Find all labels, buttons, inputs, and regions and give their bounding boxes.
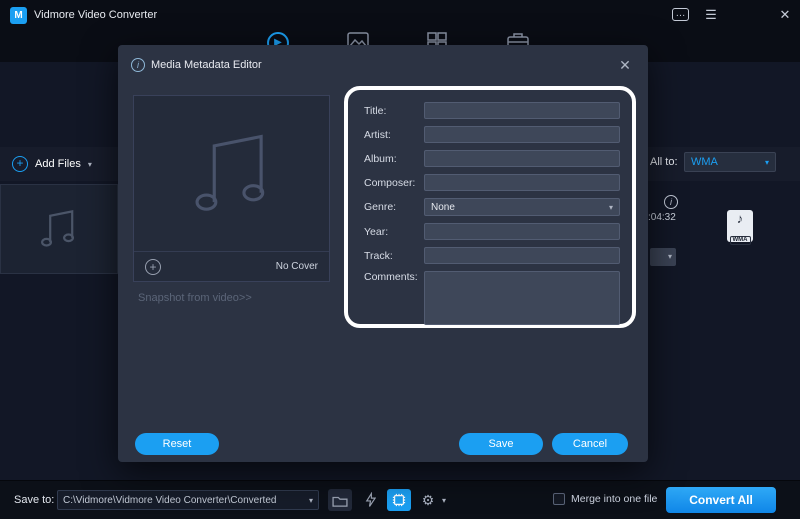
comments-field[interactable] xyxy=(424,271,620,325)
artist-label: Artist: xyxy=(364,129,424,141)
settings-button[interactable]: ⚙ xyxy=(416,489,440,511)
clip-format-dropdown[interactable]: ▾ xyxy=(650,248,676,266)
track-field[interactable] xyxy=(424,247,620,264)
add-cover-button[interactable]: + xyxy=(145,259,161,275)
artist-field[interactable] xyxy=(424,126,620,143)
format-thumbnail: ♪ WMA xyxy=(727,210,753,242)
composer-field[interactable] xyxy=(424,174,620,191)
output-format-value: WMA xyxy=(691,156,718,168)
reset-button[interactable]: Reset xyxy=(135,433,219,455)
form-row-artist: Artist: xyxy=(364,126,620,143)
merge-option: Merge into one file xyxy=(553,493,657,505)
genre-select[interactable]: None ▾ xyxy=(424,198,620,216)
cover-art-panel: + No Cover xyxy=(133,95,330,282)
feedback-icon[interactable]: … xyxy=(672,8,689,21)
save-to-label: Save to: xyxy=(14,494,54,506)
year-field[interactable] xyxy=(424,223,620,240)
convert-all-button[interactable]: Convert All xyxy=(666,487,776,513)
dialog-title: Media Metadata Editor xyxy=(151,59,262,71)
composer-label: Composer: xyxy=(364,177,424,189)
plus-icon: + xyxy=(12,156,28,172)
form-row-track: Track: xyxy=(364,247,620,264)
save-path-select[interactable]: ▾ xyxy=(57,490,319,510)
form-row-year: Year: xyxy=(364,223,620,240)
chevron-down-icon[interactable]: ▾ xyxy=(442,496,446,505)
title-field[interactable] xyxy=(424,102,620,119)
lightning-icon xyxy=(364,492,376,508)
music-note-icon xyxy=(37,205,81,253)
metadata-form: Title: Artist: Album: Composer: Genre: N… xyxy=(344,86,636,328)
app-title: Vidmore Video Converter xyxy=(34,9,157,21)
music-note-icon: ♪ xyxy=(727,210,753,228)
output-format-select[interactable]: WMA ▾ xyxy=(684,152,776,172)
form-row-title: Title: xyxy=(364,102,620,119)
form-row-composer: Composer: xyxy=(364,174,620,191)
dialog-header: i Media Metadata Editor ✕ xyxy=(118,45,648,83)
form-row-comments: Comments: xyxy=(364,271,620,325)
add-files-button[interactable]: + Add Files ▾ xyxy=(12,153,92,175)
chevron-down-icon: ▾ xyxy=(309,496,318,505)
gpu-chip-icon xyxy=(392,493,406,507)
clip-duration: :04:32 xyxy=(648,212,676,223)
info-icon: i xyxy=(131,58,145,72)
high-speed-toggle-button[interactable] xyxy=(358,489,382,511)
album-field[interactable] xyxy=(424,150,620,167)
format-badge: WMA xyxy=(730,236,751,245)
app-logo-icon: M xyxy=(10,7,27,24)
media-metadata-editor-dialog: i Media Metadata Editor ✕ + No Cover Sna… xyxy=(118,45,648,462)
save-button[interactable]: Save xyxy=(459,433,543,455)
close-button[interactable]: ✕ xyxy=(776,6,794,24)
genre-value: None xyxy=(431,202,455,213)
maximize-button[interactable] xyxy=(752,6,770,24)
cover-bottom-bar: + No Cover xyxy=(134,251,329,281)
no-cover-label: No Cover xyxy=(276,261,318,272)
app-window: M Vidmore Video Converter … ☰ ✕ ▶ xyxy=(0,0,800,519)
save-path-input[interactable] xyxy=(58,495,309,506)
file-list-item[interactable] xyxy=(0,184,118,274)
minimize-button[interactable] xyxy=(727,6,745,24)
cancel-button[interactable]: Cancel xyxy=(552,433,628,455)
snapshot-from-video-link[interactable]: Snapshot from video>> xyxy=(138,292,252,304)
album-label: Album: xyxy=(364,153,424,165)
info-icon[interactable]: i xyxy=(664,195,678,209)
footer-bar: Save to: ▾ ⚙ ▾ Merge into one file xyxy=(0,480,800,519)
form-row-album: Album: xyxy=(364,150,620,167)
merge-label[interactable]: Merge into one file xyxy=(571,493,657,505)
add-files-label: Add Files xyxy=(35,158,81,170)
gpu-acceleration-button[interactable] xyxy=(387,489,411,511)
open-folder-button[interactable] xyxy=(328,489,352,511)
year-label: Year: xyxy=(364,226,424,238)
chevron-down-icon: ▾ xyxy=(765,158,769,167)
track-label: Track: xyxy=(364,250,424,262)
chevron-down-icon: ▾ xyxy=(88,160,92,169)
form-row-genre: Genre: None ▾ xyxy=(364,198,620,216)
title-label: Title: xyxy=(364,105,424,117)
folder-icon xyxy=(332,494,348,507)
music-note-icon xyxy=(186,124,280,224)
comments-label: Comments: xyxy=(364,271,424,283)
genre-label: Genre: xyxy=(364,201,424,213)
dialog-close-icon[interactable]: ✕ xyxy=(616,56,634,74)
all-to-label: All to: xyxy=(650,156,678,168)
menu-icon[interactable]: ☰ xyxy=(702,6,720,24)
merge-checkbox[interactable] xyxy=(553,493,565,505)
feedback-dots: … xyxy=(676,8,686,19)
chevron-down-icon: ▾ xyxy=(609,203,613,212)
